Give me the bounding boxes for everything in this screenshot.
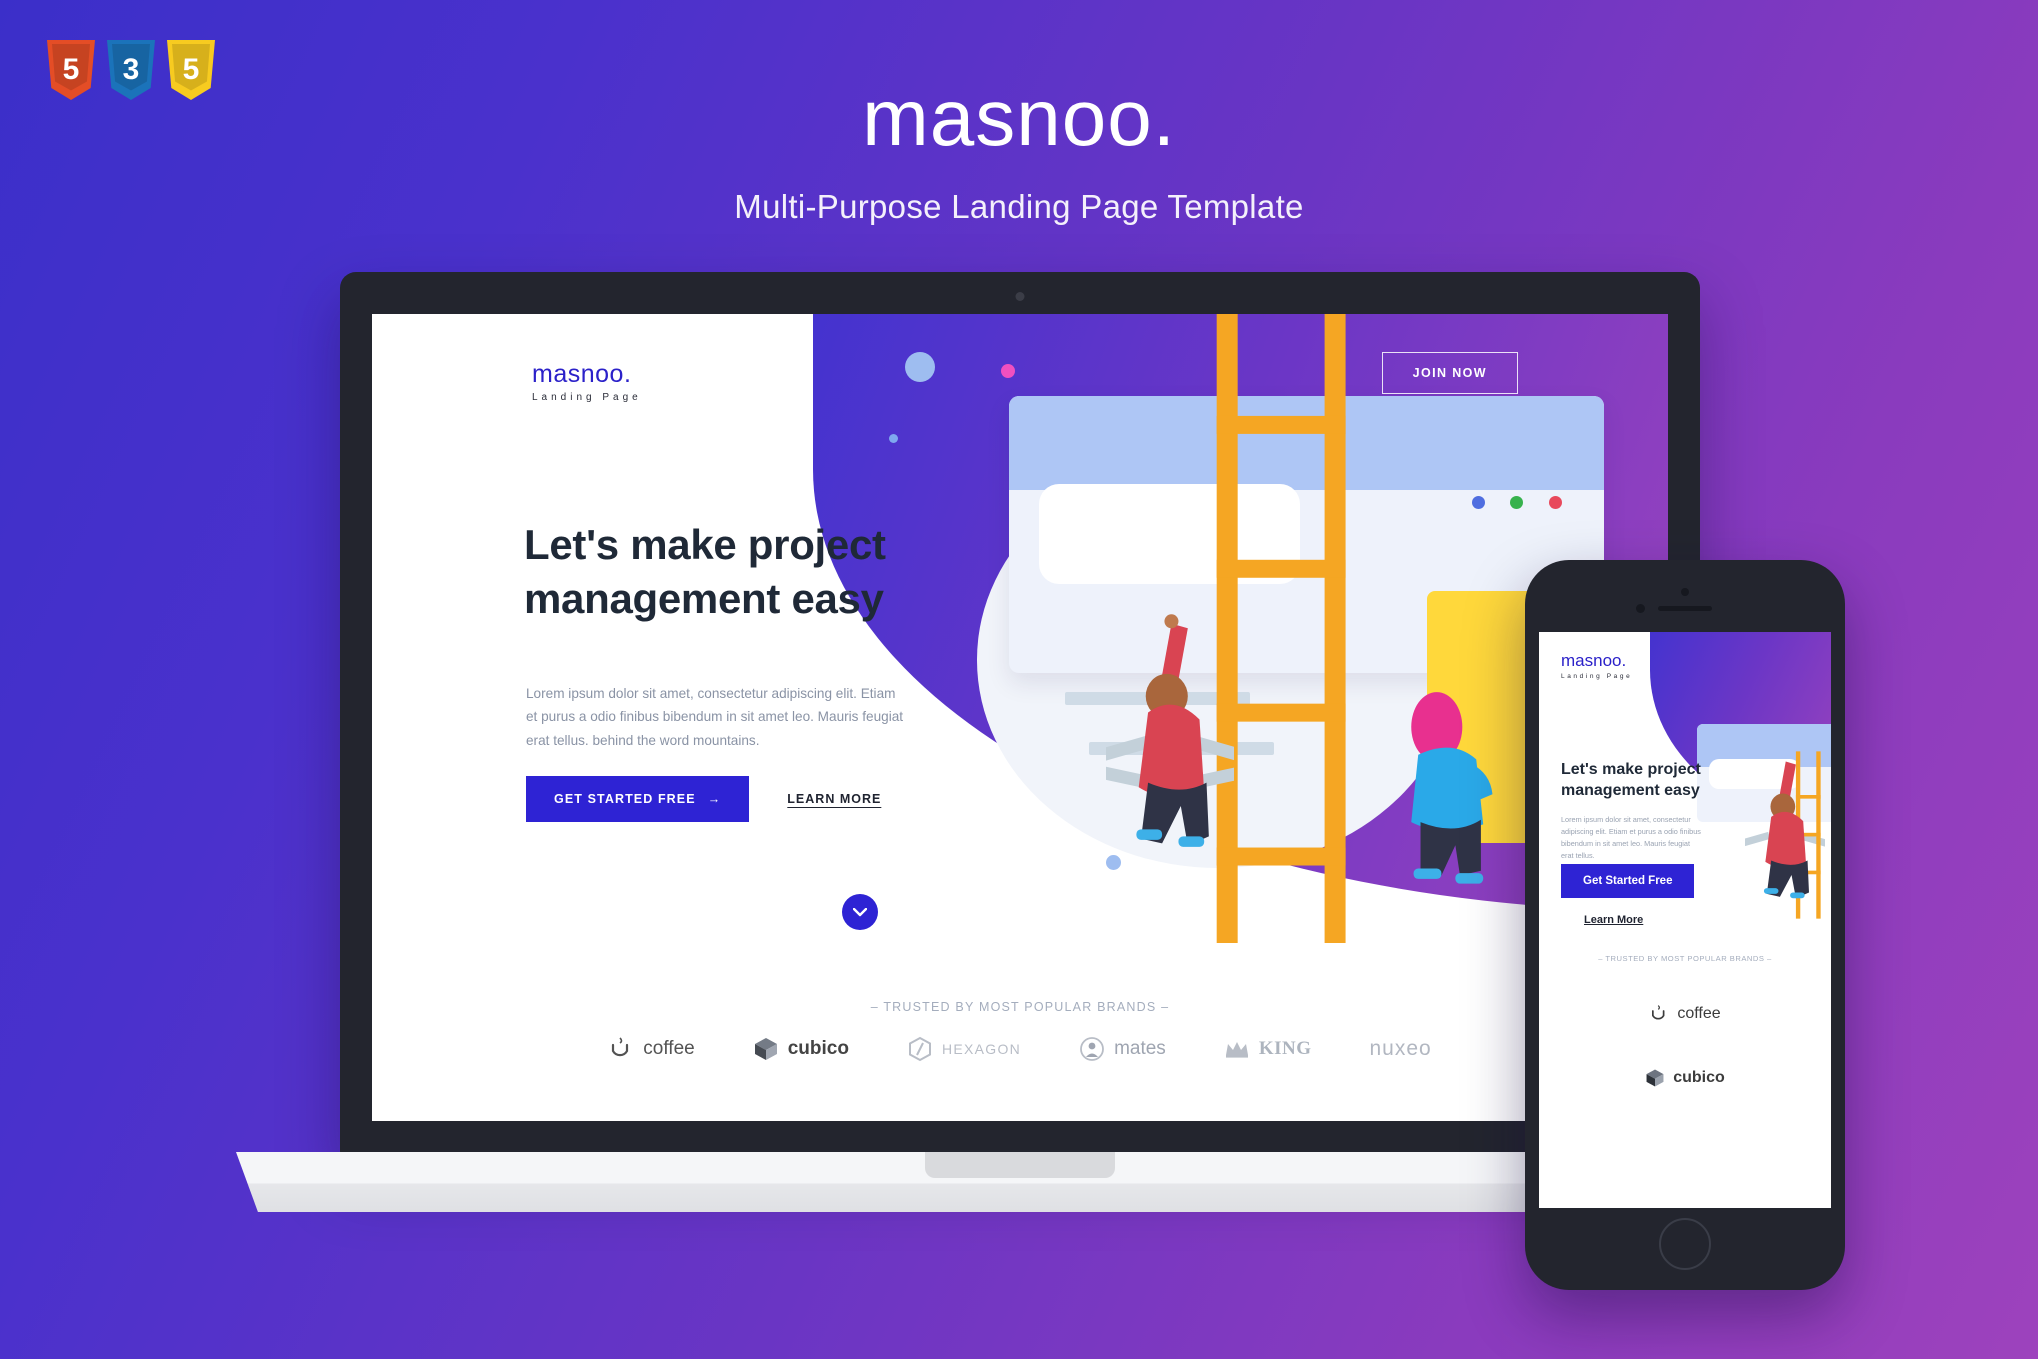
mobile-logo-sub: Landing Page	[1561, 673, 1633, 680]
desktop-landing-page: masnoo. Landing Page JOIN NOW Let's make…	[372, 314, 1668, 1121]
phone-sensor-icon	[1681, 588, 1689, 596]
phone-body: masnoo. Landing Page Let's make project …	[1525, 560, 1845, 1290]
mobile-get-started-free-button[interactable]: Get Started Free	[1561, 864, 1695, 898]
mobile-trusted-by-label: – TRUSTED BY MOST POPULAR BRANDS –	[1598, 954, 1772, 963]
chevron-down-icon	[853, 907, 867, 916]
page-title: masnoo.	[862, 73, 1176, 162]
brand-name: KING	[1258, 1038, 1312, 1059]
mobile-brand-logo-cubico: cubico	[1539, 1068, 1831, 1088]
scroll-down-button[interactable]	[842, 894, 878, 930]
mobile-person-climbing-illustration	[1745, 751, 1825, 919]
brand-logo-row: coffee cubico HEXAGON mates KING nuxeo	[372, 1036, 1668, 1062]
laptop-screen: masnoo. Landing Page JOIN NOW Let's make…	[372, 314, 1668, 1121]
page-subtitle: Multi-Purpose Landing Page Template	[734, 188, 1304, 225]
brand-logo-coffee: coffee	[608, 1036, 695, 1062]
arrow-right-icon: →	[707, 792, 722, 806]
brand-name: nuxeo	[1369, 1037, 1432, 1060]
mobile-hero-paragraph: Lorem ipsum dolor sit amet, consectetur …	[1561, 815, 1701, 861]
brand-logo-king: KING	[1224, 1038, 1312, 1060]
laptop-trackpad-notch	[925, 1152, 1115, 1178]
mobile-site-logo[interactable]: masnoo. Landing Page	[1561, 652, 1632, 680]
hero-heading: Let's make project management easy	[524, 521, 886, 622]
get-started-free-button[interactable]: GET STARTED FREE →	[526, 776, 750, 822]
person-climbing-ladder-illustration	[1105, 614, 1235, 848]
phone-mockup: masnoo. Landing Page Let's make project …	[1525, 560, 1845, 1290]
phone-home-button[interactable]	[1659, 1218, 1711, 1270]
hero-paragraph: Lorem ipsum dolor sit amet, consectetur …	[526, 686, 904, 748]
decorative-circle-pink	[1001, 364, 1016, 379]
brand-name: coffee	[643, 1038, 695, 1059]
coffee-cup-icon	[612, 1037, 629, 1057]
phone-screen: masnoo. Landing Page Let's make project …	[1539, 632, 1831, 1208]
brand-name: cubico	[1673, 1069, 1725, 1086]
get-started-free-label: GET STARTED FREE	[554, 792, 696, 806]
laptop-body: masnoo. Landing Page JOIN NOW Let's make…	[340, 272, 1700, 1157]
brand-name: mates	[1114, 1038, 1166, 1059]
brand-logo-mates: mates	[1079, 1036, 1166, 1062]
join-now-button[interactable]: JOIN NOW	[1381, 352, 1518, 394]
mobile-logo-main: masnoo.	[1561, 651, 1627, 670]
browser-dot-green-icon	[1510, 495, 1524, 509]
phone-speaker-icon	[1658, 606, 1712, 611]
laptop-camera-icon	[1015, 292, 1025, 301]
cube-icon	[1646, 1069, 1664, 1087]
cube-icon	[754, 1038, 777, 1060]
brand-logo-hexagon: HEXAGON	[907, 1036, 1021, 1062]
site-logo-main: masnoo.	[532, 360, 632, 388]
trusted-by-label: – TRUSTED BY MOST POPULAR BRANDS –	[870, 1000, 1170, 1014]
coffee-cup-icon	[1652, 1005, 1665, 1020]
brand-name: cubico	[787, 1038, 849, 1059]
brand-name: HEXAGON	[941, 1041, 1022, 1057]
site-logo[interactable]: masnoo. Landing Page	[532, 360, 642, 404]
phone-camera-icon	[1636, 604, 1645, 613]
decorative-circle-3	[888, 433, 898, 443]
hexagon-icon	[908, 1036, 931, 1062]
hero-cta-row: GET STARTED FREE → LEARN MORE	[526, 776, 881, 822]
site-logo-sub: Landing Page	[532, 392, 642, 403]
decorative-circle-1	[904, 351, 935, 382]
laptop-mockup: masnoo. Landing Page JOIN NOW Let's make…	[236, 272, 1804, 1212]
mobile-hero-heading: Let's make project management easy	[1561, 761, 1701, 799]
person-standing-illustration	[1411, 692, 1493, 885]
brand-logo-cubico: cubico	[753, 1036, 849, 1062]
browser-dot-blue-icon	[1471, 495, 1485, 509]
brand-name: coffee	[1677, 1005, 1721, 1022]
crown-icon	[1225, 1042, 1248, 1058]
person-circle-icon	[1080, 1037, 1104, 1061]
learn-more-link[interactable]: LEARN MORE	[787, 792, 881, 806]
browser-dot-red-icon	[1549, 495, 1563, 509]
mobile-brand-logo-coffee: coffee	[1539, 1004, 1831, 1024]
brand-logo-nuxeo: nuxeo	[1370, 1037, 1432, 1061]
mobile-learn-more-link[interactable]: Learn More	[1584, 914, 1643, 926]
